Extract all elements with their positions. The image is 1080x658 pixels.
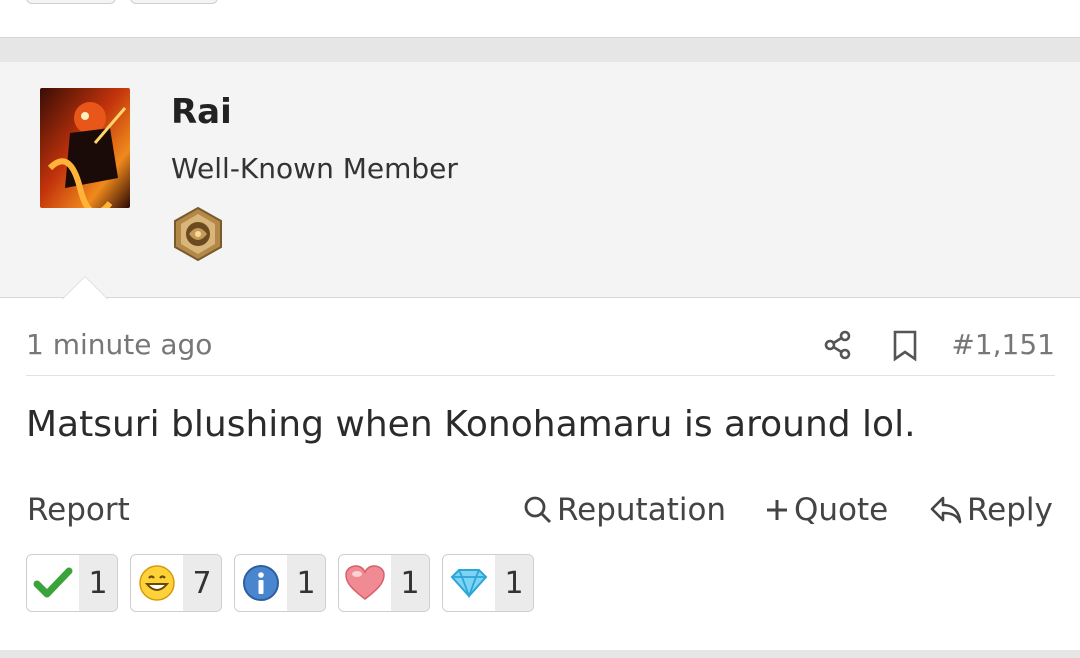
reply-arrow-icon — [930, 496, 962, 524]
previous-post-remnant — [0, 0, 1080, 38]
post-actions: Report Reputation Quote Reply — [26, 492, 1055, 536]
reaction-count: 1 — [391, 555, 429, 611]
search-icon — [524, 496, 551, 523]
previous-reaction-pill[interactable] — [26, 0, 116, 4]
reply-label: Reply — [967, 492, 1053, 528]
diamond-icon — [443, 555, 495, 611]
report-link[interactable]: Report — [27, 492, 130, 528]
previous-reaction-pill[interactable] — [130, 0, 218, 4]
user-title: Well-Known Member — [171, 152, 458, 185]
quote-label: Quote — [794, 492, 889, 528]
post-timestamp[interactable]: 1 minute ago — [26, 328, 212, 361]
user-block-pointer — [62, 276, 108, 299]
reaction-like[interactable]: 1 — [26, 554, 118, 612]
post-separator — [0, 650, 1080, 658]
plus-icon — [767, 500, 787, 520]
reaction-love[interactable]: 1 — [338, 554, 430, 612]
reputation-button[interactable]: Reputation — [523, 492, 726, 528]
reactions-bar: 1 7 1 1 1 — [26, 554, 534, 614]
username[interactable]: Rai — [171, 92, 232, 132]
reaction-count: 1 — [79, 555, 117, 611]
quote-button[interactable]: Quote — [764, 492, 888, 528]
reaction-informative[interactable]: 1 — [234, 554, 326, 612]
reply-button[interactable]: Reply — [929, 492, 1053, 528]
post-number-link[interactable]: #1,151 — [951, 328, 1055, 361]
info-icon — [235, 555, 287, 611]
user-block: Rai Well-Known Member — [0, 62, 1080, 299]
trophy-badge-icon[interactable] — [172, 206, 224, 262]
reaction-count: 1 — [495, 555, 533, 611]
reaction-haha[interactable]: 7 — [130, 554, 222, 612]
reputation-label: Reputation — [557, 492, 727, 528]
checkmark-icon — [27, 555, 79, 611]
avatar[interactable] — [40, 88, 130, 208]
reaction-diamond[interactable]: 1 — [442, 554, 534, 612]
post-meta-row: 1 minute ago #1,151 — [26, 322, 1055, 376]
post-message: Matsuri blushing when Konohamaru is arou… — [26, 404, 916, 445]
share-icon[interactable] — [823, 330, 853, 360]
reaction-count: 7 — [183, 555, 221, 611]
page: Rai Well-Known Member 1 minute ago #1,15… — [0, 0, 1080, 658]
post-card: Rai Well-Known Member 1 minute ago #1,15… — [0, 62, 1080, 650]
heart-icon — [339, 555, 391, 611]
reaction-count: 1 — [287, 555, 325, 611]
grin-icon — [131, 555, 183, 611]
bookmark-icon[interactable] — [892, 330, 918, 362]
